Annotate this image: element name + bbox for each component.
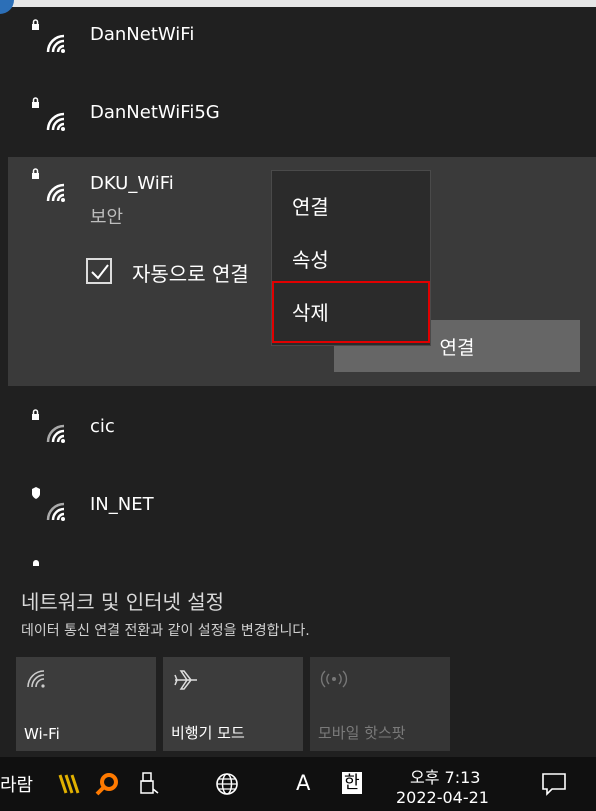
tile-label: 모바일 핫스팟: [318, 724, 406, 742]
network-name: cic: [90, 416, 115, 437]
notification-center-icon[interactable]: [540, 771, 568, 797]
auto-connect-checkbox[interactable]: [86, 258, 112, 284]
network-status: 보안: [90, 207, 124, 228]
secured-wifi-icon: [32, 409, 65, 443]
search-app-icon[interactable]: [94, 771, 122, 797]
settings-description: 데이터 통신 연결 전환과 같이 설정을 변경합니다.: [21, 623, 310, 639]
ime-mode-a[interactable]: A: [296, 771, 310, 795]
clock-time[interactable]: 오후 7:13: [410, 764, 480, 788]
network-item-dannetwifi[interactable]: DanNetWiFi: [0, 12, 596, 62]
top-edge: [0, 0, 596, 7]
partial-lock-icon: [33, 560, 39, 566]
ime-hangul[interactable]: 한: [342, 772, 362, 794]
network-item-cic[interactable]: cic: [0, 404, 596, 454]
secured-wifi-icon: [32, 19, 65, 53]
secured-wifi-icon: [32, 97, 65, 131]
taskbar-search-text[interactable]: 라람: [0, 771, 33, 797]
network-name: DKU_WiFi: [90, 173, 174, 194]
airplane-icon: [174, 670, 197, 690]
clock-date[interactable]: 2022-04-21: [396, 788, 489, 807]
highlight-box: [272, 281, 430, 343]
airplane-mode-tile[interactable]: 비행기 모드: [163, 657, 303, 751]
app-icon[interactable]: [58, 771, 86, 797]
context-menu-item-connect[interactable]: 연결: [292, 191, 329, 220]
network-flyout: DanNetWiFi DanNetWiFi5G DKU_WiFi 보안 자동으로…: [0, 0, 596, 811]
globe-network-icon[interactable]: [214, 771, 240, 797]
network-settings-link[interactable]: 네트워크 및 인터넷 설정: [21, 586, 224, 615]
context-menu: 연결 속성 삭제: [271, 170, 431, 346]
taskbar: 라람 A 한: [0, 757, 596, 811]
mobile-hotspot-tile[interactable]: 모바일 핫스팟: [310, 657, 450, 751]
checkmark-icon: [91, 264, 109, 280]
context-menu-item-properties[interactable]: 속성: [292, 244, 329, 273]
usb-device-icon[interactable]: [138, 771, 162, 797]
wifi-icon: [27, 670, 45, 688]
network-name: DanNetWiFi: [90, 24, 195, 45]
network-name: DanNetWiFi5G: [90, 102, 220, 123]
network-item-dannetwifi5g[interactable]: DanNetWiFi5G: [0, 90, 596, 140]
hotspot-icon: [320, 670, 348, 688]
network-name: IN_NET: [90, 494, 154, 515]
secured-wifi-icon: [32, 168, 65, 202]
wifi-tile[interactable]: Wi-Fi: [16, 657, 156, 751]
tile-label: Wi-Fi: [24, 725, 60, 743]
tile-label: 비행기 모드: [171, 724, 245, 742]
shield-wifi-icon: [32, 487, 65, 521]
auto-connect-label: 자동으로 연결: [132, 262, 249, 286]
network-item-in-net[interactable]: IN_NET: [0, 482, 596, 532]
